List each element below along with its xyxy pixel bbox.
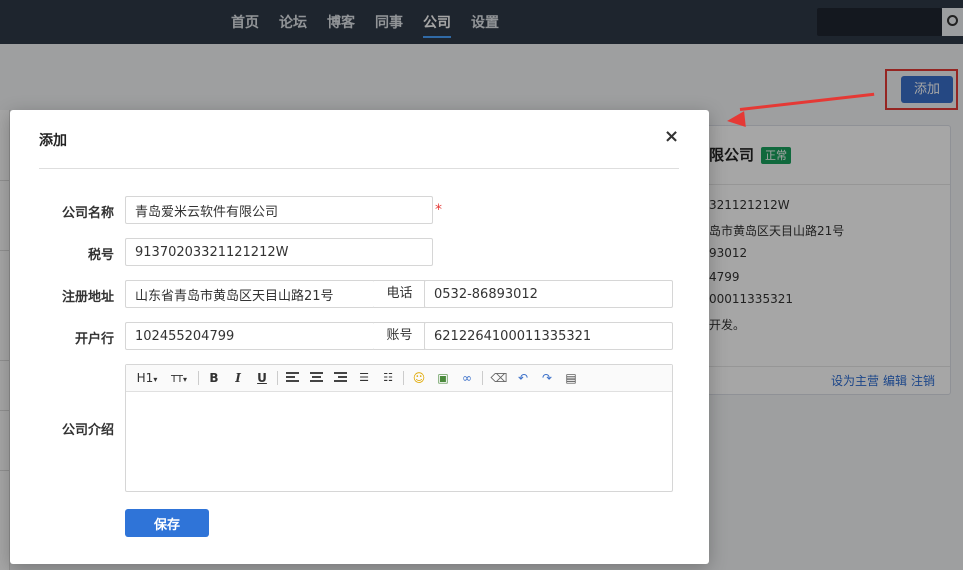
modal-title: 添加	[39, 133, 67, 149]
image-icon[interactable]: ▣	[434, 369, 452, 387]
bold-button[interactable]: B	[206, 369, 222, 387]
annotation-arrow-head-icon	[726, 111, 746, 129]
ordered-list-icon[interactable]: ☰	[356, 369, 372, 387]
italic-button[interactable]: I	[230, 369, 246, 387]
company-name-input[interactable]	[125, 196, 433, 224]
toolbar-separator	[403, 371, 404, 385]
bank-label: 开户行	[74, 332, 114, 347]
toolbar-separator	[198, 371, 199, 385]
close-icon[interactable]: ×	[664, 126, 679, 147]
tax-number-input[interactable]	[125, 238, 433, 266]
company-name-label: 公司名称	[61, 206, 114, 221]
company-intro-label: 公司介绍	[61, 423, 114, 438]
account-input[interactable]	[424, 322, 673, 350]
add-company-modal: 添加 × 公司名称 * 税号 注册地址 电话 开户行 账号 公司介绍 H1▾ T…	[10, 110, 709, 564]
align-left-icon[interactable]	[286, 372, 299, 383]
phone-label: 电话	[374, 280, 425, 308]
align-center-icon[interactable]	[310, 372, 323, 383]
save-button[interactable]: 保存	[125, 509, 209, 537]
redo-icon[interactable]: ↷	[538, 369, 556, 387]
underline-button[interactable]: U	[254, 369, 270, 387]
bullet-list-icon[interactable]: ☷	[380, 369, 396, 387]
align-right-icon[interactable]	[334, 372, 347, 383]
toolbar-separator	[277, 371, 278, 385]
heading-dropdown[interactable]: H1▾	[135, 369, 159, 387]
paste-icon[interactable]: ▤	[562, 369, 580, 387]
link-icon[interactable]: ∞	[458, 369, 476, 387]
bank-input[interactable]	[125, 322, 375, 350]
account-label: 账号	[374, 322, 425, 350]
editor-toolbar: H1▾ TT▾ B I U ☰ ☷ ☺ ▣ ∞ ⌫ ↶ ↷ ▤	[126, 365, 672, 392]
eraser-icon[interactable]: ⌫	[490, 369, 508, 387]
required-marker: *	[435, 202, 442, 218]
undo-icon[interactable]: ↶	[514, 369, 532, 387]
company-intro-textarea[interactable]	[126, 392, 672, 491]
tax-number-label: 税号	[87, 248, 114, 263]
company-intro-editor: H1▾ TT▾ B I U ☰ ☷ ☺ ▣ ∞ ⌫ ↶ ↷ ▤	[125, 364, 673, 492]
toolbar-separator	[482, 371, 483, 385]
address-input[interactable]	[125, 280, 375, 308]
phone-input[interactable]	[424, 280, 673, 308]
emoji-icon[interactable]: ☺	[410, 369, 428, 387]
address-label: 注册地址	[61, 290, 114, 305]
font-size-dropdown[interactable]: TT▾	[167, 369, 191, 387]
divider	[39, 168, 679, 169]
